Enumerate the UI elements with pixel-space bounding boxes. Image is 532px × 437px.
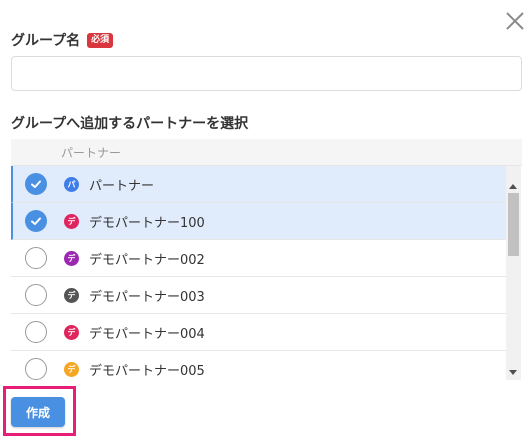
group-name-label-row: グループ名 必須 (11, 30, 114, 50)
partner-avatar: デ (64, 361, 79, 377)
partner-avatar: デ (64, 287, 79, 303)
partner-name: デモパートナー100 (89, 215, 205, 231)
partner-name: デモパートナー004 (89, 326, 205, 342)
partner-name: デモパートナー003 (89, 289, 205, 305)
partner-row[interactable]: デデモパートナー004 (11, 314, 506, 351)
partner-row[interactable]: パパートナー (11, 166, 506, 203)
group-name-label: グループ名 (11, 33, 81, 49)
partner-avatar: デ (64, 213, 79, 229)
partner-row[interactable]: デデモパートナー005 (11, 351, 506, 380)
scrollbar-thumb[interactable] (508, 193, 519, 256)
create-button[interactable]: 作成 (11, 397, 65, 427)
unchecked-circle-icon[interactable] (25, 358, 47, 380)
table-header: パートナー (11, 139, 522, 166)
partner-row[interactable]: デデモパートナー002 (11, 240, 506, 277)
partner-name: デモパートナー005 (89, 363, 205, 379)
unchecked-circle-icon[interactable] (25, 321, 47, 343)
partner-row[interactable]: デデモパートナー003 (11, 277, 506, 314)
group-name-input[interactable] (11, 56, 522, 91)
partner-table: パートナー パパートナーデデモパートナー100 デデモパートナー002 デデモパート… (11, 139, 522, 380)
required-badge: 必須 (87, 32, 114, 48)
partner-avatar: デ (64, 250, 79, 266)
partner-name: パートナー (89, 178, 155, 194)
close-button[interactable] (500, 6, 530, 36)
partner-list-scrollbar[interactable] (506, 166, 521, 380)
partner-avatar: デ (64, 324, 79, 340)
table-header-partner: パートナー (61, 145, 122, 160)
close-icon (506, 12, 524, 30)
checked-circle-icon[interactable] (25, 173, 47, 195)
unchecked-circle-icon[interactable] (25, 247, 47, 269)
scroll-down-icon[interactable] (509, 370, 517, 375)
partner-name: デモパートナー002 (89, 252, 205, 268)
unchecked-circle-icon[interactable] (25, 284, 47, 306)
partner-section-label: グループへ追加するパートナーを選択 (11, 116, 249, 132)
partner-list: パパートナーデデモパートナー100 デデモパートナー002 デデモパートナー003 デ… (11, 166, 506, 380)
checked-circle-icon[interactable] (25, 210, 47, 232)
partner-avatar: パ (64, 176, 79, 192)
partner-row[interactable]: デデモパートナー100 (11, 203, 506, 240)
scroll-up-icon[interactable] (509, 184, 517, 189)
